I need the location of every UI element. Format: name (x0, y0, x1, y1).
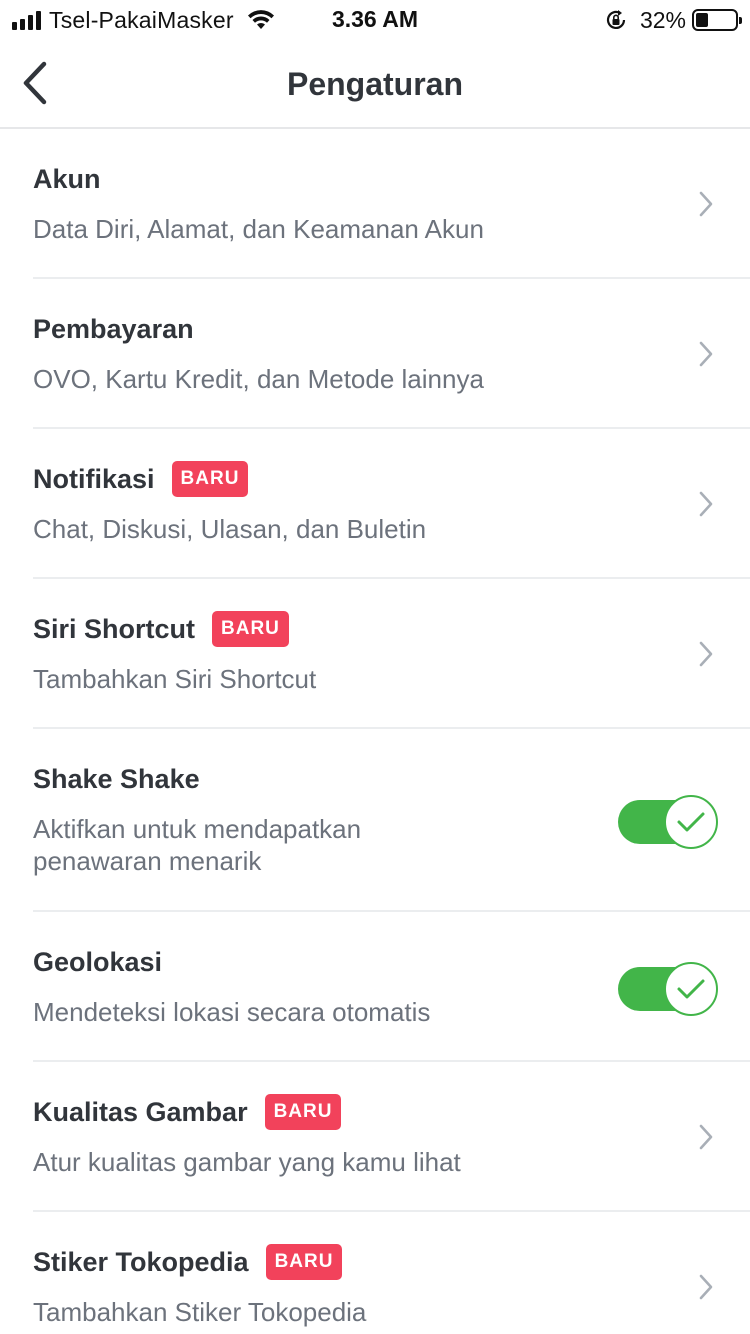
toggle-knob (664, 962, 718, 1016)
row-title-line: Stiker Tokopedia BARU (33, 1242, 343, 1282)
settings-row-siri-shortcut[interactable]: Siri Shortcut BARU Tambahkan Siri Shortcut (33, 579, 750, 729)
row-title: Stiker Tokopedia (33, 1246, 249, 1277)
row-subtitle: Tambahkan Siri Shortcut (33, 664, 317, 694)
chevron-right-icon (699, 191, 713, 217)
new-badge: BARU (265, 1244, 343, 1280)
row-subtitle: Mendeteksi lokasi secara otomatis (33, 997, 431, 1027)
row-title-line: Notifikasi BARU (33, 459, 249, 499)
row-subtitle: Aktifkan untuk mendapatkan penawaran men… (33, 814, 362, 876)
row-title: Siri Shortcut (33, 613, 196, 644)
row-subtitle: Atur kualitas gambar yang kamu lihat (33, 1147, 461, 1177)
row-title-line: Pembayaran (33, 309, 194, 349)
status-right: 32% (604, 6, 742, 34)
new-badge: BARU (212, 611, 289, 647)
row-subtitle: OVO, Kartu Kredit, dan Metode lainnya (33, 364, 484, 394)
status-bar: Tsel-PakaiMasker 3.36 AM 32% (0, 0, 750, 40)
row-title-line: Akun (33, 159, 101, 199)
chevron-right-icon (699, 1274, 713, 1300)
settings-row-geolokasi[interactable]: Geolokasi Mendeteksi lokasi secara otomat… (33, 912, 750, 1062)
chevron-right-icon (699, 641, 713, 667)
rotation-lock-icon (606, 10, 626, 29)
toggle-switch[interactable] (618, 795, 718, 849)
new-badge: BARU (264, 1094, 342, 1130)
chevron-right-icon (699, 1124, 713, 1150)
row-title: Shake Shake (33, 763, 200, 794)
row-title: Geolokasi (33, 946, 163, 977)
settings-row-akun[interactable]: Akun Data Diri, Alamat, dan Keamanan Akun (33, 129, 750, 279)
toggle-knob (664, 795, 718, 849)
battery-fill (696, 13, 709, 27)
settings-list: Akun Data Diri, Alamat, dan Keamanan Akun… (0, 129, 750, 1334)
row-subtitle: Chat, Diskusi, Ulasan, dan Buletin (33, 514, 427, 544)
settings-row-stiker-tokopedia[interactable]: Stiker Tokopedia BARU Tambahkan Stiker Tok… (33, 1212, 750, 1334)
settings-row-shake-shake[interactable]: Shake Shake Aktifkan untuk mendapatkan pe… (33, 729, 750, 912)
settings-row-notifikasi[interactable]: Notifikasi BARU Chat, Diskusi, Ulasan, dan… (33, 429, 750, 579)
settings-row-kualitas-gambar[interactable]: Kualitas Gambar BARU Atur kualitas gambar … (33, 1062, 750, 1212)
checkmark-icon (677, 979, 705, 999)
page-title: Pengaturan (286, 66, 464, 102)
row-title-line: Shake Shake (33, 759, 200, 799)
row-title-line: Geolokasi (33, 942, 162, 982)
row-title: Notifikasi (33, 463, 155, 494)
toggle-switch[interactable] (618, 962, 718, 1016)
checkmark-icon (677, 812, 705, 832)
row-title: Pembayaran (33, 313, 194, 344)
battery-percent: 32% (639, 6, 686, 33)
battery-icon (692, 9, 742, 31)
row-title: Kualitas Gambar (33, 1096, 248, 1127)
new-badge: BARU (171, 461, 249, 497)
chevron-right-icon (699, 341, 713, 367)
settings-row-pembayaran[interactable]: Pembayaran OVO, Kartu Kredit, dan Metode … (33, 279, 750, 429)
row-title: Akun (33, 163, 101, 194)
row-title-line: Kualitas Gambar BARU (33, 1092, 342, 1132)
row-subtitle: Tambahkan Stiker Tokopedia (33, 1297, 367, 1327)
row-subtitle: Data Diri, Alamat, dan Keamanan Akun (33, 214, 484, 244)
chevron-right-icon (699, 491, 713, 517)
nav-header: Pengaturan (0, 40, 750, 129)
row-title-line: Siri Shortcut BARU (33, 609, 289, 649)
